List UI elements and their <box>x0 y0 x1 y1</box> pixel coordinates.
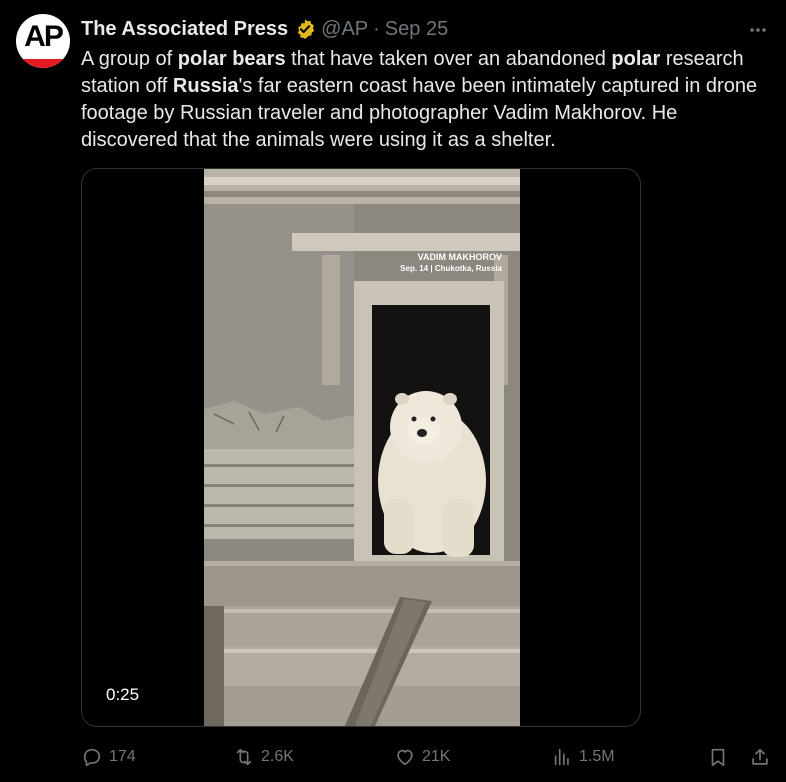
ap-logo-text: AP <box>24 20 64 53</box>
video-player[interactable]: VADIM MAKHOROV Sep. 14 | Chukotka, Russi… <box>81 168 641 727</box>
highlighted-keyword: Russia <box>172 75 239 97</box>
watermark-location: Sep. 14 | Chukotka, Russia <box>400 264 502 273</box>
video-frame[interactable]: VADIM MAKHOROV Sep. 14 | Chukotka, Russi… <box>204 169 520 726</box>
tweet-date[interactable]: Sep 25 <box>385 18 448 41</box>
bookmark-button[interactable] <box>707 742 735 772</box>
analytics-icon <box>554 748 569 766</box>
author-handle[interactable]: @AP <box>321 18 368 41</box>
reply-button[interactable]: 174 <box>81 742 136 772</box>
repost-count: 2.6K <box>261 748 294 765</box>
tweet-text: A group of polar bears that have taken o… <box>81 46 771 154</box>
verified-badge-icon[interactable] <box>294 18 316 40</box>
ap-logo-red-bar <box>16 59 70 68</box>
more-options-icon[interactable] <box>746 18 770 42</box>
highlighted-keyword: polar <box>611 48 661 70</box>
repost-icon <box>236 748 252 766</box>
heart-icon <box>397 749 413 766</box>
views-button[interactable]: 1.5M <box>551 742 615 772</box>
watermark-author: VADIM MAKHOROV <box>417 252 502 262</box>
author-name[interactable]: The Associated Press <box>81 18 288 41</box>
reply-count: 174 <box>109 748 136 765</box>
separator-dot: · <box>373 17 380 40</box>
view-count: 1.5M <box>579 748 615 765</box>
highlighted-keyword: polar bears <box>177 48 286 70</box>
tweet-header: The Associated Press @AP · Sep 25 <box>81 16 448 42</box>
bookmark-icon <box>711 748 725 767</box>
video-duration: 0:25 <box>100 683 146 707</box>
tweet-actions: 174 2.6K 21K 1.5M <box>81 742 771 772</box>
repost-button[interactable]: 2.6K <box>233 742 294 772</box>
share-icon <box>752 748 768 765</box>
reply-icon <box>83 748 101 767</box>
tweet-text-segment: A group of <box>81 48 178 70</box>
like-count: 21K <box>422 748 451 765</box>
share-button[interactable] <box>749 742 777 772</box>
video-watermark: VADIM MAKHOROV Sep. 14 | Chukotka, Russi… <box>400 251 502 275</box>
like-button[interactable]: 21K <box>394 742 450 772</box>
tweet-text-segment: that have taken over an abandoned <box>285 48 612 70</box>
author-avatar[interactable]: AP <box>16 14 70 68</box>
